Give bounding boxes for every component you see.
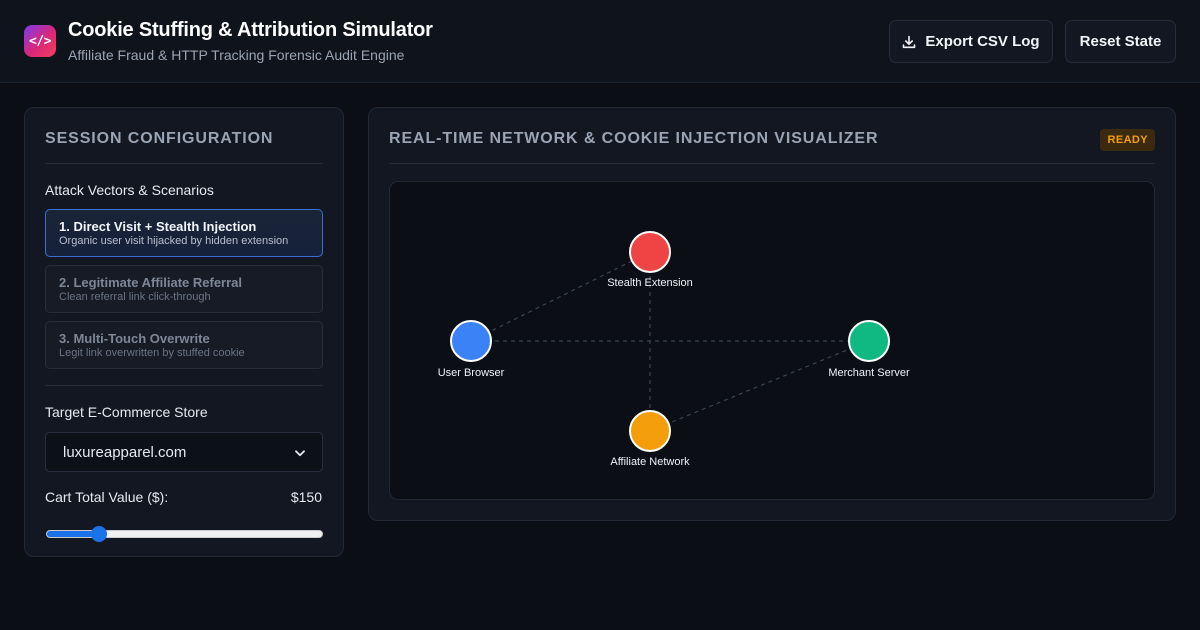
node-extension[interactable]: Stealth Extension (607, 231, 693, 289)
divider (45, 385, 323, 386)
export-csv-button[interactable]: Export CSV Log (889, 20, 1053, 63)
node-extension-circle (629, 231, 671, 273)
target-store-label: Target E-Commerce Store (45, 404, 208, 420)
node-merchant-circle (848, 320, 890, 362)
chevron-down-icon (295, 444, 305, 461)
scenario-option-2[interactable]: 2. Legitimate Affiliate Referral Clean r… (45, 265, 323, 313)
download-icon (902, 35, 916, 49)
node-merchant-label: Merchant Server (828, 367, 910, 379)
node-merchant[interactable]: Merchant Server (828, 320, 910, 379)
divider (45, 163, 323, 164)
reset-state-label: Reset State (1079, 33, 1162, 50)
node-network-circle (629, 410, 671, 452)
session-config-heading: SESSION CONFIGURATION (45, 130, 274, 147)
slider-thumb[interactable] (91, 526, 108, 542)
scenario-option-1[interactable]: 1. Direct Visit + Stealth Injection Orga… (45, 209, 323, 257)
target-store-value: luxureapparel.com (63, 443, 187, 461)
session-config-panel: SESSION CONFIGURATION Attack Vectors & S… (24, 107, 344, 557)
visualizer-heading: REAL-TIME NETWORK & COOKIE INJECTION VIS… (389, 130, 879, 147)
scenario-title: 2. Legitimate Affiliate Referral (59, 275, 243, 290)
scenario-title: 1. Direct Visit + Stealth Injection (59, 219, 257, 234)
status-badge: READY (1100, 129, 1155, 151)
reset-state-button[interactable]: Reset State (1065, 20, 1176, 63)
cart-total-value: $150 (290, 489, 322, 505)
node-browser-label: User Browser (438, 367, 505, 379)
edge-browser-extension (470, 251, 651, 342)
app-subtitle: Affiliate Fraud & HTTP Tracking Forensic… (68, 47, 405, 63)
cart-total-label: Cart Total Value ($): (45, 489, 169, 505)
scenario-description: Legit link overwritten by stuffed cookie (59, 347, 245, 359)
scenario-description: Organic user visit hijacked by hidden ex… (59, 235, 289, 247)
divider (389, 163, 1155, 164)
app-header: </> Cookie Stuffing & Attribution Simula… (0, 0, 1200, 83)
app-title: Cookie Stuffing & Attribution Simulator (68, 19, 433, 41)
node-extension-label: Stealth Extension (607, 277, 693, 289)
scenario-description: Clean referral link click-through (59, 291, 211, 303)
code-logo-icon: </> (24, 25, 56, 57)
export-csv-label: Export CSV Log (925, 33, 1040, 50)
scenario-title: 3. Multi-Touch Overwrite (59, 331, 210, 346)
node-network-label: Affiliate Network (610, 456, 690, 468)
scenario-option-3[interactable]: 3. Multi-Touch Overwrite Legit link over… (45, 321, 323, 369)
node-browser-circle (450, 320, 492, 362)
cart-value-slider[interactable] (46, 526, 323, 542)
target-store-select[interactable]: luxureapparel.com (45, 432, 323, 472)
network-canvas: Stealth Extension User Browser Merchant … (389, 181, 1155, 500)
network-visualizer-panel: REAL-TIME NETWORK & COOKIE INJECTION VIS… (368, 107, 1176, 521)
node-network[interactable]: Affiliate Network (610, 410, 690, 468)
attack-vectors-label: Attack Vectors & Scenarios (45, 182, 214, 198)
edge-network-merchant (649, 340, 870, 432)
network-graph: Stealth Extension User Browser Merchant … (438, 231, 910, 468)
